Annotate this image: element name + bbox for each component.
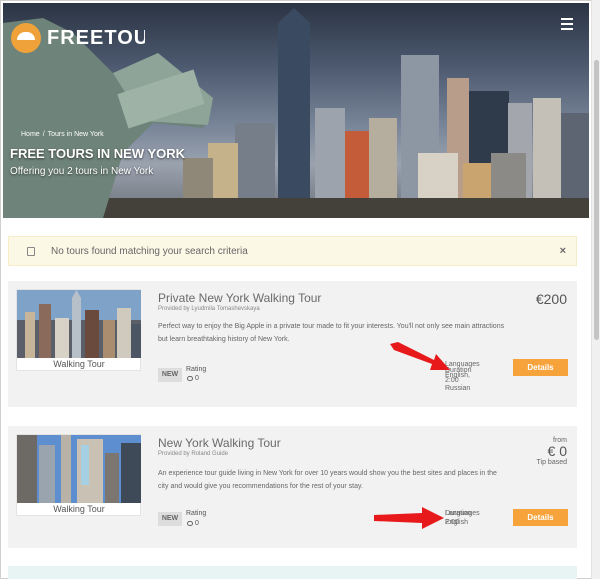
tour-price: € 0 [547,443,567,459]
annotation-arrow-icon [374,507,444,529]
page-title: FREE TOURS IN NEW YORK [10,146,186,161]
breadcrumb-home[interactable]: Home [21,131,40,138]
tour-title[interactable]: Private New York Walking Tour [158,291,321,305]
info-icon [27,246,35,256]
tour-meta: Languages Duration English 2:00 [445,510,480,527]
new-badge: NEW [158,368,182,382]
hero-banner: FREETOURS Home/Tours in New York FREE TO… [3,3,589,218]
reviews-count-value: 0 [195,520,199,527]
tour-description: An experience tour guide living in New Y… [158,470,497,490]
rating-label: Rating [186,510,207,517]
tour-thumbnail[interactable]: Walking Tour [16,434,141,516]
tour-card: Walking Tour Private New York Walking To… [8,281,577,407]
details-button[interactable]: Details [513,359,568,376]
reviews-count: 0 [187,520,199,527]
tour-card: Walking Tour New York Walking Tour Provi… [8,426,577,548]
details-button[interactable]: Details [513,509,568,526]
scrollbar-thumb[interactable] [594,60,599,340]
logo-icon [11,23,41,53]
comment-icon [187,376,193,381]
tour-title[interactable]: New York Walking Tour [158,436,281,450]
reviews-count-value: 0 [195,375,199,382]
tour-thumbnail[interactable]: Walking Tour [16,289,141,371]
price-note: Tip based [536,459,567,466]
tour-image [17,290,141,358]
page-subtitle: Offering you 2 tours in New York [10,166,154,177]
annotation-arrow-icon [390,342,450,370]
tour-price: €200 [535,291,567,307]
hamburger-icon[interactable] [561,18,573,30]
new-badge: NEW [158,512,182,526]
tour-category: Walking Tour [53,504,105,514]
meta-language-russian: Russian [445,385,471,392]
close-icon[interactable]: × [560,245,566,257]
tour-provider: Provided by Lyudmila Tomashevskaya [158,306,260,312]
comment-icon [187,521,193,526]
no-results-alert: No tours found matching your search crit… [8,236,577,266]
rating-label: Rating [186,366,207,373]
breadcrumb: Home / Tours in New York [21,131,104,138]
reviews-count: 0 [187,375,199,382]
site-logo[interactable]: FREETOURS [11,23,145,53]
tour-image [17,435,141,503]
breadcrumb-current: Tours in New York [47,131,104,138]
breadcrumb-separator: / [42,131,45,138]
tour-provider: Provided by Roland Guide [158,451,229,457]
alert-message: No tours found matching your search crit… [51,245,248,257]
scrollbar[interactable] [591,0,600,579]
tour-description: Perfect way to enjoy the Big Apple in a … [158,323,505,343]
logo-text: FREETOURS [47,26,145,49]
tour-category: Walking Tour [53,359,105,369]
next-card-edge [8,566,577,579]
